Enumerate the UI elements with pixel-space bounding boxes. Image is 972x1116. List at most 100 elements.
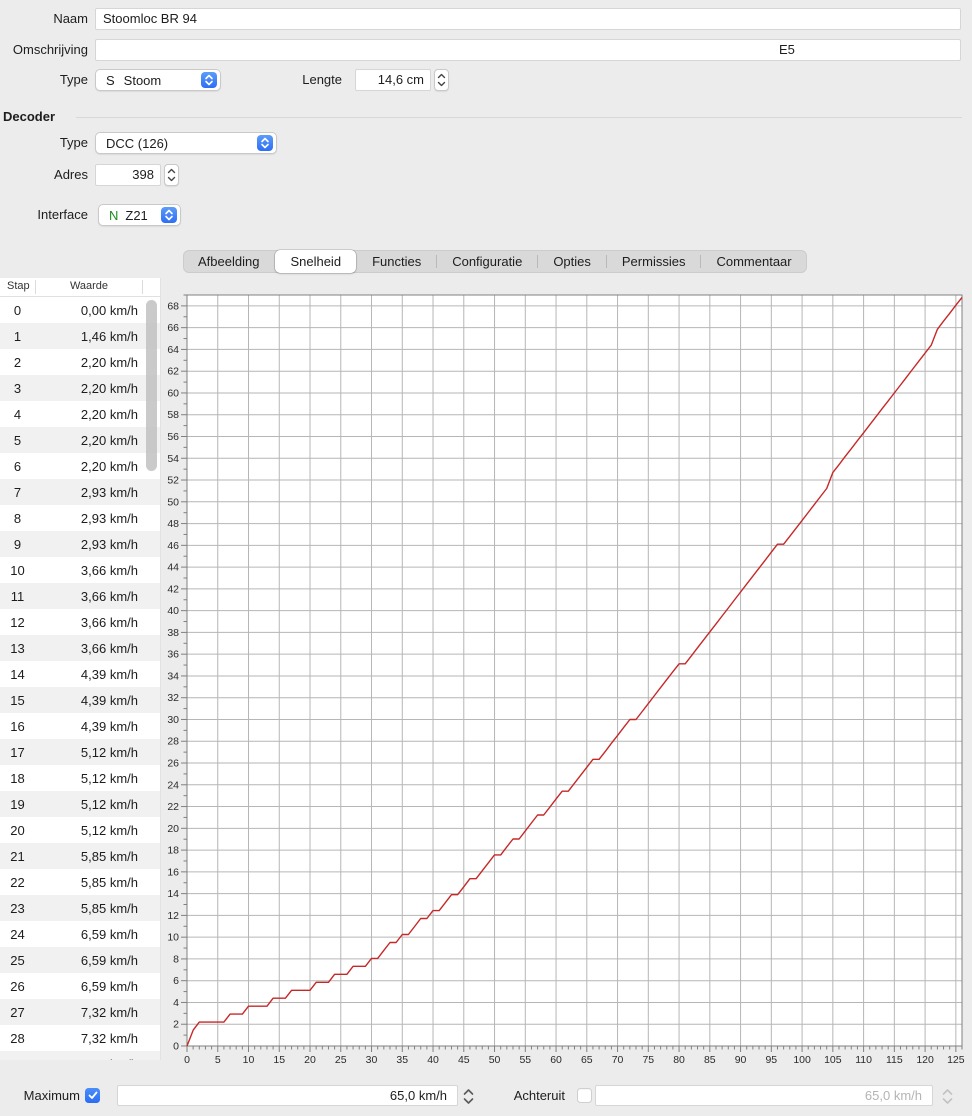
- lengte-input[interactable]: 14,6 cm: [355, 69, 431, 91]
- lengte-stepper[interactable]: [434, 69, 449, 91]
- interface-code: N: [109, 208, 118, 223]
- cell-stap: 22: [0, 875, 35, 890]
- table-row[interactable]: 154,39 km/h: [0, 687, 160, 713]
- cell-stap: 20: [0, 823, 35, 838]
- table-row[interactable]: 287,32 km/h: [0, 1025, 160, 1051]
- table-row[interactable]: 22,20 km/h: [0, 349, 160, 375]
- table-row[interactable]: 11,46 km/h: [0, 323, 160, 349]
- speed-chart[interactable]: 0510152025303540455055606570758085909510…: [160, 283, 972, 1083]
- svg-text:110: 110: [855, 1054, 872, 1066]
- tab-configuratie[interactable]: Configuratie: [437, 250, 537, 273]
- table-row[interactable]: 164,39 km/h: [0, 713, 160, 739]
- svg-text:95: 95: [765, 1054, 777, 1066]
- chevron-updown-icon: [257, 135, 273, 151]
- svg-text:75: 75: [642, 1054, 654, 1066]
- table-row[interactable]: 277,32 km/h: [0, 999, 160, 1025]
- svg-text:12: 12: [167, 910, 179, 922]
- table-row[interactable]: 266,59 km/h: [0, 973, 160, 999]
- cell-waarde: 5,12 km/h: [35, 771, 160, 786]
- cell-stap: 5: [0, 433, 35, 448]
- maximum-speed-input[interactable]: 65,0 km/h: [117, 1085, 458, 1106]
- maximum-checkbox[interactable]: [85, 1088, 100, 1103]
- table-row[interactable]: 256,59 km/h: [0, 947, 160, 973]
- table-row[interactable]: 215,85 km/h: [0, 843, 160, 869]
- naam-label: Naam: [0, 8, 88, 30]
- type-dropdown[interactable]: S Stoom: [95, 69, 221, 91]
- cell-waarde: 0,00 km/h: [35, 303, 160, 318]
- column-header-stap[interactable]: Stap: [7, 280, 30, 292]
- svg-text:44: 44: [167, 562, 179, 574]
- table-row[interactable]: 62,20 km/h: [0, 453, 160, 479]
- speed-curve-plot[interactable]: 0510152025303540455055606570758085909510…: [160, 283, 972, 1083]
- svg-text:50: 50: [489, 1054, 501, 1066]
- chevron-down-icon: [942, 1097, 953, 1105]
- omschrijving-input[interactable]: E5: [95, 39, 961, 61]
- tab-opties[interactable]: Opties: [538, 250, 606, 273]
- achteruit-label: Achteruit: [490, 1085, 565, 1106]
- table-row[interactable]: 144,39 km/h: [0, 661, 160, 687]
- table-row[interactable]: 42,20 km/h: [0, 401, 160, 427]
- svg-text:115: 115: [886, 1054, 903, 1066]
- lengte-value: 14,6 cm: [378, 72, 424, 87]
- tab-functies[interactable]: Functies: [357, 250, 436, 273]
- omschrijving-value: E5: [779, 40, 795, 60]
- table-row[interactable]: 52,20 km/h: [0, 427, 160, 453]
- svg-text:32: 32: [167, 692, 179, 704]
- table-row[interactable]: 82,93 km/h: [0, 505, 160, 531]
- table-row[interactable]: 72,93 km/h: [0, 479, 160, 505]
- table-row[interactable]: 205,12 km/h: [0, 817, 160, 843]
- cell-stap: 0: [0, 303, 35, 318]
- svg-text:2: 2: [173, 1019, 179, 1031]
- svg-text:6: 6: [173, 975, 179, 987]
- table-row[interactable]: 185,12 km/h: [0, 765, 160, 791]
- column-header-waarde[interactable]: Waarde: [36, 280, 142, 292]
- table-row[interactable]: 225,85 km/h: [0, 869, 160, 895]
- chevron-updown-icon: [201, 72, 217, 88]
- svg-text:70: 70: [612, 1054, 624, 1066]
- decoder-type-dropdown[interactable]: DCC (126): [95, 132, 277, 154]
- naam-input[interactable]: Stoomloc BR 94: [95, 8, 961, 30]
- cell-waarde: 7,32 km/h: [35, 1057, 160, 1061]
- table-row[interactable]: 00,00 km/h: [0, 297, 160, 323]
- tab-permissies[interactable]: Permissies: [607, 250, 701, 273]
- interface-label: Interface: [0, 204, 88, 226]
- cell-stap: 25: [0, 953, 35, 968]
- interface-dropdown[interactable]: N Z21: [98, 204, 181, 226]
- maximum-speed-stepper[interactable]: [462, 1086, 474, 1106]
- table-row[interactable]: 297,32 km/h: [0, 1051, 160, 1060]
- svg-text:0: 0: [173, 1041, 179, 1053]
- chevron-up-icon: [942, 1088, 953, 1096]
- cell-stap: 26: [0, 979, 35, 994]
- cell-waarde: 5,12 km/h: [35, 797, 160, 812]
- tab-commentaar[interactable]: Commentaar: [701, 250, 806, 273]
- table-row[interactable]: 235,85 km/h: [0, 895, 160, 921]
- adres-stepper[interactable]: [164, 164, 179, 186]
- table-row[interactable]: 133,66 km/h: [0, 635, 160, 661]
- table-header[interactable]: Stap Waarde: [0, 278, 160, 297]
- cell-stap: 13: [0, 641, 35, 656]
- table-scrollbar-thumb[interactable]: [146, 300, 157, 471]
- column-divider[interactable]: [142, 280, 143, 294]
- table-row[interactable]: 113,66 km/h: [0, 583, 160, 609]
- cell-stap: 15: [0, 693, 35, 708]
- table-row[interactable]: 32,20 km/h: [0, 375, 160, 401]
- table-row[interactable]: 103,66 km/h: [0, 557, 160, 583]
- table-row[interactable]: 246,59 km/h: [0, 921, 160, 947]
- table-row[interactable]: 123,66 km/h: [0, 609, 160, 635]
- table-row[interactable]: 195,12 km/h: [0, 791, 160, 817]
- column-divider[interactable]: [35, 280, 36, 294]
- svg-text:24: 24: [167, 779, 179, 791]
- tab-afbeelding[interactable]: Afbeelding: [183, 250, 274, 273]
- omschrijving-label: Omschrijving: [0, 39, 88, 61]
- svg-text:5: 5: [215, 1054, 221, 1066]
- table-row[interactable]: 175,12 km/h: [0, 739, 160, 765]
- tab-snelheid[interactable]: Snelheid: [275, 250, 356, 273]
- adres-input[interactable]: 398: [95, 164, 161, 186]
- svg-text:10: 10: [167, 932, 179, 944]
- achteruit-checkbox[interactable]: [577, 1088, 592, 1103]
- cell-stap: 14: [0, 667, 35, 682]
- cell-stap: 17: [0, 745, 35, 760]
- svg-text:60: 60: [167, 387, 179, 399]
- cell-stap: 3: [0, 381, 35, 396]
- table-row[interactable]: 92,93 km/h: [0, 531, 160, 557]
